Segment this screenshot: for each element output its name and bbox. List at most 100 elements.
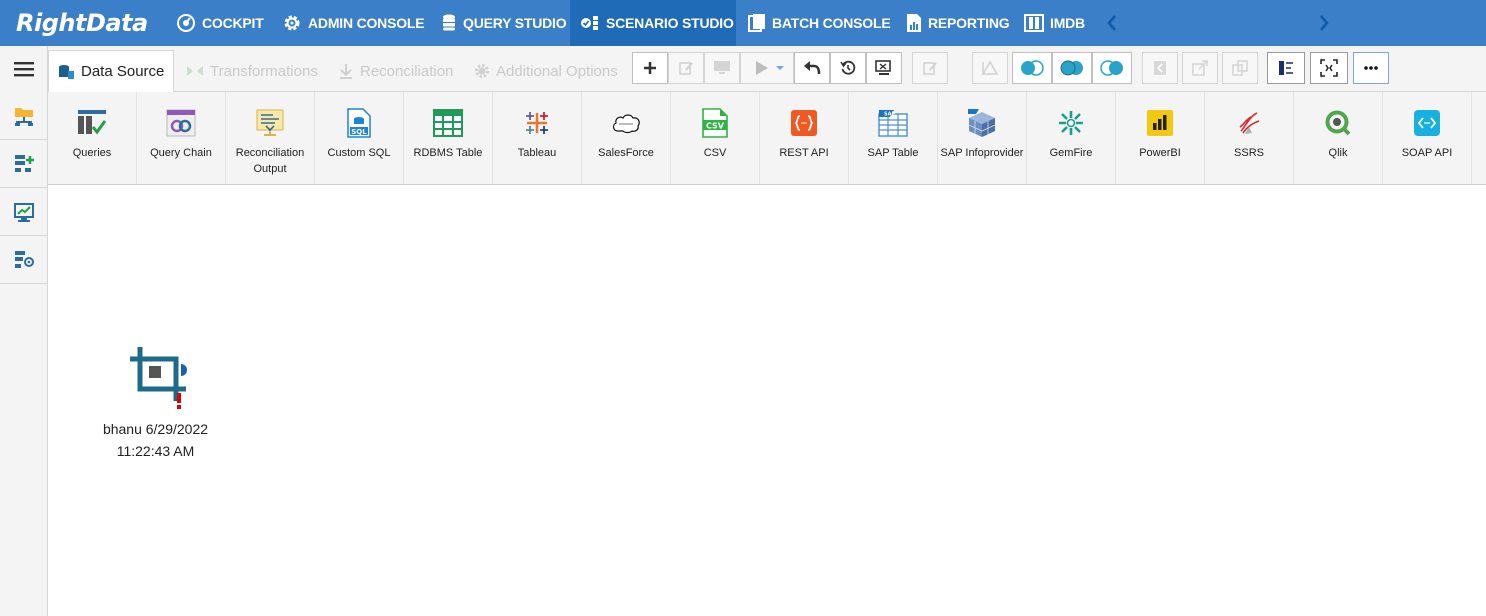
delta-chart-icon bbox=[981, 60, 999, 75]
nav-label: REPORTING bbox=[928, 15, 1010, 31]
tab-additional-options[interactable]: Additional Options bbox=[474, 50, 618, 92]
align-distribute-icon bbox=[1279, 61, 1293, 75]
reconciliation-output-icon bbox=[256, 109, 284, 136]
align-button[interactable] bbox=[1267, 52, 1305, 84]
connector-rest-api[interactable]: REST API bbox=[760, 92, 849, 184]
right-join-button[interactable] bbox=[1092, 52, 1132, 84]
rightdata-logo[interactable]: RightData bbox=[16, 6, 148, 40]
tab-label: Transformations bbox=[210, 62, 318, 80]
connector-rdbms-table[interactable]: RDBMS Table bbox=[404, 92, 493, 184]
nav-label: COCKPIT bbox=[202, 15, 264, 31]
cockpit-icon bbox=[177, 14, 195, 32]
query-chain-icon bbox=[166, 109, 196, 137]
connector-powerbi[interactable]: PowerBI bbox=[1116, 92, 1205, 184]
nav-admin-console[interactable]: ADMIN CONSOLE bbox=[282, 0, 425, 46]
connector-custom-sql[interactable]: SQL Custom SQL bbox=[315, 92, 404, 184]
hamburger-menu-button[interactable] bbox=[0, 46, 47, 92]
monitor-chart-icon bbox=[13, 202, 34, 222]
connector-label: PowerBI bbox=[1139, 147, 1181, 159]
tab-transformations[interactable]: Transformations bbox=[186, 50, 318, 92]
svg-text:SQL: SQL bbox=[351, 128, 367, 136]
connector-label: Qlik bbox=[1328, 147, 1348, 159]
sidebar-open-folder-button[interactable] bbox=[0, 92, 47, 140]
database-icon bbox=[443, 14, 455, 31]
connector-label: Queries bbox=[72, 147, 112, 159]
nav-label: ADMIN CONSOLE bbox=[308, 15, 425, 31]
more-options-button[interactable] bbox=[1353, 52, 1389, 84]
nav-imdb[interactable]: IMDB bbox=[1024, 0, 1085, 46]
tab-data-source[interactable]: Data Source bbox=[48, 50, 174, 92]
connector-label: Tableau bbox=[517, 147, 557, 159]
edit-secondary-button[interactable] bbox=[912, 52, 948, 84]
connector-sap-infoprovider[interactable]: SAP Infoprovider bbox=[938, 92, 1027, 184]
connector-salesforce[interactable]: SalesForce bbox=[582, 92, 671, 184]
gemfire-icon bbox=[1059, 111, 1083, 135]
connector-query-chain[interactable]: Query Chain bbox=[137, 92, 226, 184]
soap-api-icon bbox=[1414, 110, 1440, 136]
nav-label: BATCH CONSOLE bbox=[772, 15, 891, 31]
add-flow-icon bbox=[14, 154, 34, 172]
ssrs-icon bbox=[1239, 112, 1260, 134]
scenario-node[interactable] bbox=[130, 347, 190, 418]
undo-button[interactable] bbox=[794, 52, 830, 84]
nav-batch-console[interactable]: BATCH CONSOLE bbox=[748, 0, 891, 46]
inner-join-button[interactable] bbox=[1052, 52, 1092, 84]
connector-label: Custom SQL bbox=[327, 147, 391, 159]
reconciliation-icon bbox=[340, 64, 352, 79]
plus-icon bbox=[644, 62, 656, 74]
connector-reconciliation-output[interactable]: Reconciliation Output bbox=[226, 92, 315, 184]
connector-gemfire[interactable]: GemFire bbox=[1027, 92, 1116, 184]
copy-button[interactable] bbox=[1222, 52, 1258, 84]
fit-screen-button[interactable] bbox=[1310, 52, 1348, 84]
connector-label: SOAP API bbox=[1401, 147, 1453, 159]
connector-queries[interactable]: Queries bbox=[48, 92, 137, 184]
right-join-icon bbox=[1100, 60, 1123, 76]
connector-label: SSRS bbox=[1234, 147, 1264, 159]
nav-cockpit[interactable]: COCKPIT bbox=[176, 0, 264, 46]
run-button[interactable] bbox=[740, 52, 794, 84]
play-icon bbox=[756, 61, 784, 75]
connector-sap-table[interactable]: SAP SAP Table bbox=[849, 92, 938, 184]
nav-query-studio[interactable]: QUERY STUDIO bbox=[441, 0, 567, 46]
connector-palette: Queries Query Chain Reconciliation Outpu… bbox=[48, 92, 1486, 185]
tab-reconciliation[interactable]: Reconciliation bbox=[338, 50, 453, 92]
sidebar-add-scenario-button[interactable] bbox=[0, 140, 47, 188]
connector-label: CSV bbox=[703, 147, 727, 159]
export-button[interactable] bbox=[1182, 52, 1218, 84]
history-button[interactable] bbox=[830, 52, 866, 84]
flow-settings-icon bbox=[14, 250, 34, 268]
collapse-button[interactable] bbox=[1142, 52, 1178, 84]
tab-label: Reconciliation bbox=[360, 62, 454, 80]
connector-tableau[interactable]: Tableau bbox=[493, 92, 582, 184]
top-navigation-bar: RightData COCKPIT ADMIN CONSOLE QUERY ST… bbox=[0, 0, 1486, 46]
tab-label: Additional Options bbox=[496, 62, 618, 80]
scenario-icon bbox=[581, 16, 598, 30]
sidebar-monitor-button[interactable] bbox=[0, 188, 47, 236]
connector-label: SAP Table bbox=[867, 147, 919, 159]
add-button[interactable] bbox=[632, 52, 668, 84]
sidebar-settings-button[interactable] bbox=[0, 236, 47, 284]
nav-scroll-right-button[interactable] bbox=[1314, 0, 1334, 46]
scenario-canvas[interactable]: bhanu 6/29/2022 11:22:43 AM bbox=[48, 185, 1486, 616]
batch-icon bbox=[748, 14, 765, 32]
connector-soap-api[interactable]: SOAP API bbox=[1383, 92, 1472, 184]
left-join-icon bbox=[1021, 60, 1044, 76]
clear-button[interactable] bbox=[866, 52, 902, 84]
history-icon bbox=[840, 60, 856, 75]
nav-reporting[interactable]: REPORTING bbox=[906, 0, 1010, 46]
edit-button[interactable] bbox=[668, 52, 704, 84]
clear-screen-icon bbox=[875, 60, 891, 75]
preview-button[interactable] bbox=[704, 52, 740, 84]
left-join-button[interactable] bbox=[1012, 52, 1052, 84]
connector-ssrs[interactable]: SSRS bbox=[1205, 92, 1294, 184]
powerbi-icon bbox=[1147, 110, 1173, 136]
tableau-icon bbox=[526, 112, 548, 134]
chart-button[interactable] bbox=[972, 52, 1008, 84]
connector-qlik[interactable]: Qlik bbox=[1294, 92, 1383, 184]
nav-scroll-left-button[interactable] bbox=[1102, 0, 1122, 46]
scenario-node-label: bhanu 6/29/2022 11:22:43 AM bbox=[88, 418, 223, 462]
connector-label: RDBMS Table bbox=[413, 147, 483, 159]
nav-scenario-studio[interactable]: SCENARIO STUDIO bbox=[570, 0, 736, 46]
connector-csv[interactable]: CSV CSV bbox=[671, 92, 760, 184]
nav-label: SCENARIO STUDIO bbox=[606, 15, 734, 31]
